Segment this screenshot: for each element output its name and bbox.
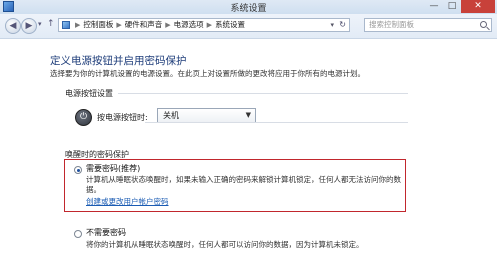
breadcrumb-system-settings[interactable]: 系统设置: [215, 20, 245, 29]
breadcrumb-separator[interactable]: ▶: [207, 21, 212, 29]
power-icon: ⏻: [75, 109, 92, 126]
change-password-link[interactable]: 创建或更改用户帐户密码: [86, 196, 169, 207]
navigation-bar: ◀ ▶ ▾ ↑ ▶ 控制面板 ▶ 硬件和声音 ▶ 电源选项 ▶ 系统设置 ▾ ↻ 搜索控制面板: [0, 14, 497, 39]
page-title: 定义电源按钮并启用密码保护: [50, 55, 187, 67]
power-button-action-label: 按电源按钮时:: [97, 113, 148, 122]
section-divider: [145, 122, 408, 123]
section-divider: [118, 93, 408, 94]
forward-button[interactable]: ▶: [21, 18, 37, 34]
chevron-down-icon: ▼: [245, 111, 251, 119]
address-dropdown-icon[interactable]: ▾: [330, 19, 334, 31]
up-button[interactable]: ↑: [47, 19, 55, 29]
no-password-radio[interactable]: [74, 230, 82, 238]
back-button[interactable]: ◀: [5, 18, 21, 34]
power-button-action-select[interactable]: 关机 ▼: [157, 108, 256, 123]
no-password-label[interactable]: 不需要密码: [86, 227, 126, 238]
minimize-button[interactable]: —: [425, 0, 443, 13]
breadcrumb-hardware-sound[interactable]: 硬件和声音: [125, 20, 163, 29]
page-description: 选择要为你的计算机设置的电源设置。在此页上对设置所做的更改将应用于你所有的电源计…: [50, 69, 365, 78]
refresh-icon[interactable]: ↻: [339, 19, 346, 31]
search-input[interactable]: 搜索控制面板: [364, 18, 492, 32]
power-button-action-value: 关机: [163, 111, 179, 120]
breadcrumb-power-options[interactable]: 电源选项: [174, 20, 204, 29]
title-bar: 系统设置 — □ ✕: [0, 0, 497, 14]
breadcrumb-separator[interactable]: ▶: [165, 21, 170, 29]
control-panel-icon: [62, 21, 70, 29]
require-password-label[interactable]: 需要密码(推荐): [86, 163, 140, 174]
maximize-button[interactable]: □: [443, 0, 461, 13]
require-password-description: 计算机从睡眠状态唤醒时，如果未输入正确的密码来解锁计算机锁定，任何人都无法访问你…: [86, 175, 401, 194]
recent-pages-chevron-icon[interactable]: ▾: [38, 20, 42, 28]
main-content: 定义电源按钮并启用密码保护 选择要为你的计算机设置的电源设置。在此页上对设置所做…: [0, 39, 497, 264]
breadcrumb-separator[interactable]: ▶: [75, 21, 80, 29]
breadcrumb-control-panel[interactable]: 控制面板: [83, 20, 113, 29]
search-placeholder: 搜索控制面板: [369, 20, 414, 29]
window-title: 系统设置: [230, 4, 267, 14]
search-icon[interactable]: [480, 21, 487, 28]
power-button-section-label: 电源按钮设置: [65, 89, 113, 98]
no-password-description: 将你的计算机从睡眠状态唤醒时，任何人都可以访问你的数据，因为计算机未锁定。: [86, 240, 364, 249]
require-password-radio[interactable]: [74, 166, 82, 174]
close-button[interactable]: ✕: [461, 0, 495, 13]
address-bar[interactable]: ▶ 控制面板 ▶ 硬件和声音 ▶ 电源选项 ▶ 系统设置 ▾ ↻: [58, 18, 350, 32]
breadcrumb-separator[interactable]: ▶: [116, 21, 121, 29]
